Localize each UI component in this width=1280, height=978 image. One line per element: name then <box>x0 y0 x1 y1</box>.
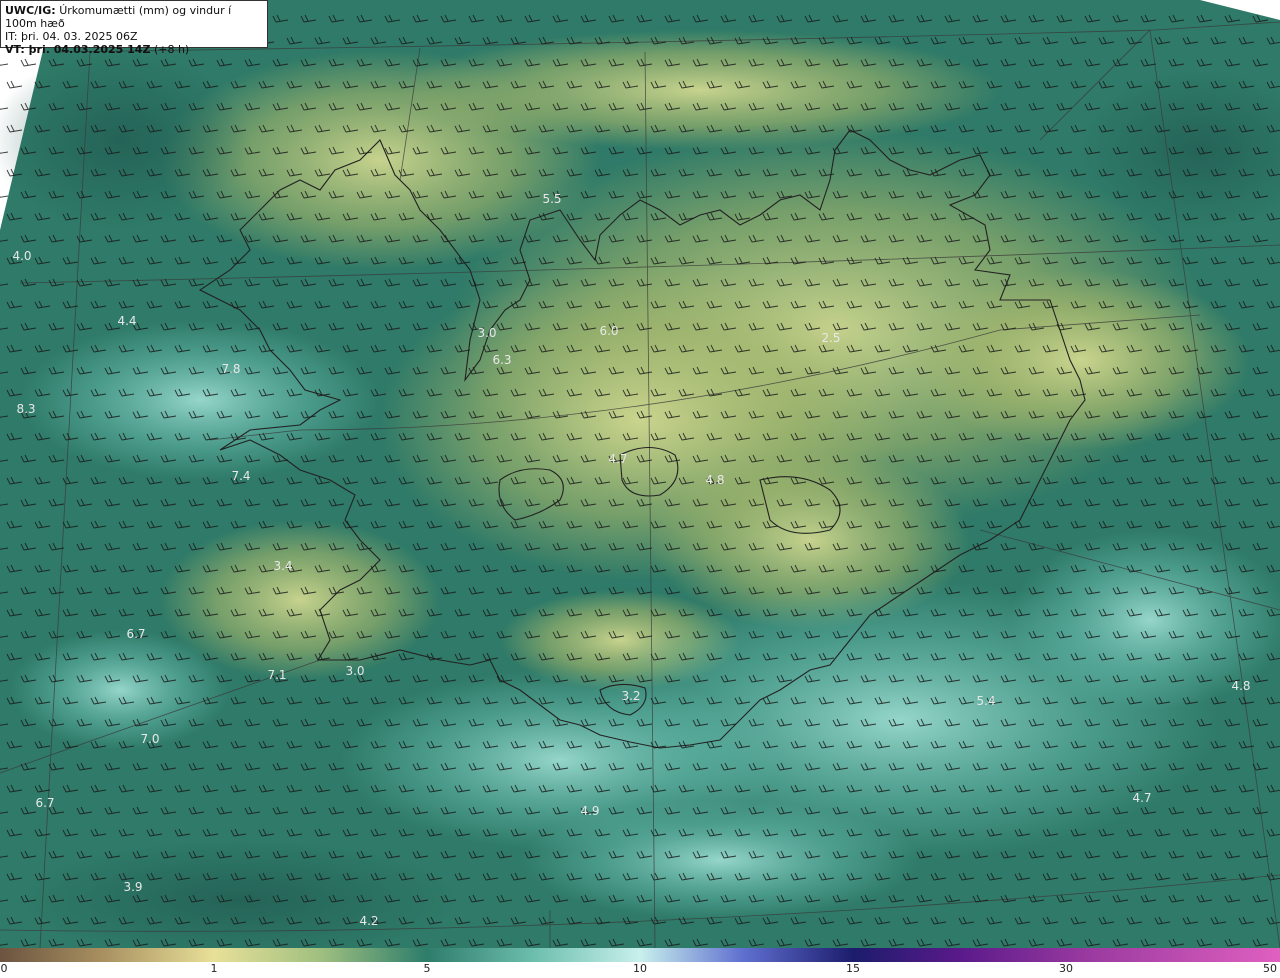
value-label: 4.2 <box>359 914 378 928</box>
map-info-box: UWC/IG: Úrkomumætti (mm) og vindur í 100… <box>0 0 268 56</box>
value-label: 4.0 <box>12 249 31 263</box>
value-label: 7.8 <box>221 362 240 376</box>
colorbar-tick-label: 0 <box>0 962 8 975</box>
value-label: 3.0 <box>345 664 364 678</box>
colorbar-tick-label: 10 <box>633 962 647 975</box>
field-blob <box>520 800 920 920</box>
model-label: UWC/IG: <box>5 4 56 17</box>
value-label: 4.8 <box>1231 679 1250 693</box>
init-time: IT: þri. 04. 03. 2025 06Z <box>5 30 138 43</box>
value-label: 3.4 <box>273 559 292 573</box>
value-label: 8.3 <box>16 402 35 416</box>
value-label: 4.9 <box>580 804 599 818</box>
value-label: 6.0 <box>599 324 618 338</box>
field-blob <box>910 270 1250 450</box>
forecast-offset: (+8 h) <box>153 43 190 56</box>
value-label: 4.8 <box>705 473 724 487</box>
colorbar-gradient <box>0 948 1280 962</box>
colorbar-labels: 0 1 5 10 15 30 50 <box>0 962 1280 978</box>
colorbar <box>0 948 1280 962</box>
value-label: 7.4 <box>231 469 250 483</box>
value-label: 5.4 <box>976 694 995 708</box>
value-label: 6.7 <box>35 796 54 810</box>
colorbar-tick-label: 5 <box>423 962 431 975</box>
field-blob <box>10 630 230 750</box>
value-label: 3.2 <box>621 689 640 703</box>
value-label: 4.7 <box>608 452 627 466</box>
valid-time: VT: þri. 04.03.2025 14Z <box>5 43 151 56</box>
field-blob <box>400 30 1000 150</box>
value-label: 7.0 <box>140 732 159 746</box>
value-label: 6.3 <box>492 353 511 367</box>
colorbar-tick-label: 50 <box>1263 962 1277 975</box>
field-blob <box>0 50 250 230</box>
value-label: 4.7 <box>1132 791 1151 805</box>
weather-map: 4.0 4.4 7.8 8.3 7.4 5.5 3.0 6.3 6.0 2.5 4.7 4.8 3.4 6… <box>0 0 1280 948</box>
colorbar-tick-label: 15 <box>846 962 860 975</box>
value-label: 3.9 <box>123 880 142 894</box>
value-label: 4.4 <box>117 314 136 328</box>
colorbar-tick-label: 1 <box>210 962 218 975</box>
value-label: 5.5 <box>542 192 561 206</box>
value-label: 6.7 <box>126 627 145 641</box>
value-label: 2.5 <box>821 331 840 345</box>
colorbar-tick-label: 30 <box>1059 962 1073 975</box>
value-label: 3.0 <box>477 326 496 340</box>
value-label: 7.1 <box>267 668 286 682</box>
